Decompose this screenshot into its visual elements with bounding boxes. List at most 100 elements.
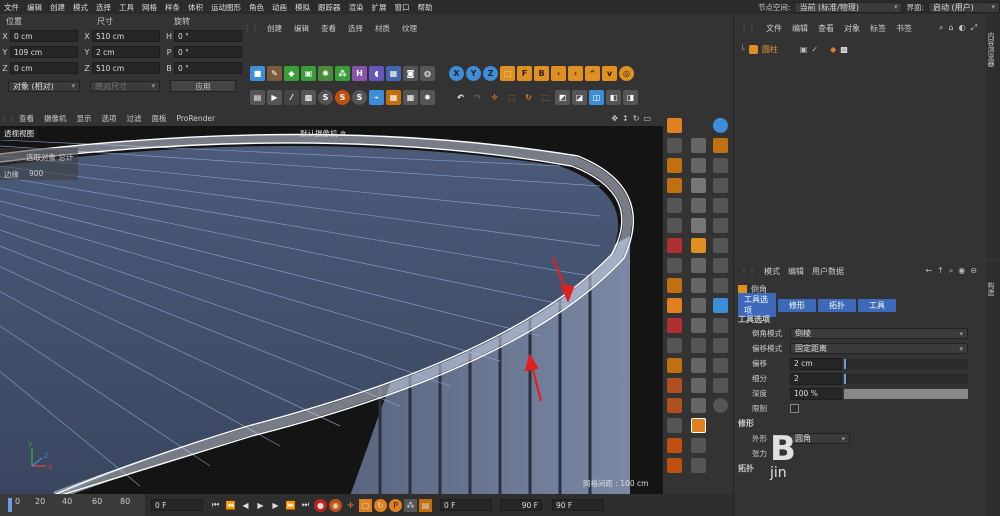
side-tab-structure[interactable]: 构造 bbox=[986, 282, 996, 296]
right-view-icon[interactable]: › bbox=[568, 66, 583, 81]
knife-icon[interactable] bbox=[667, 158, 682, 173]
prev-key-icon[interactable]: ⏪ bbox=[224, 499, 237, 512]
rotation-p-field[interactable]: 0 ° bbox=[174, 46, 242, 58]
lock-z-icon[interactable]: Z bbox=[483, 66, 498, 81]
size-x-field[interactable]: 510 cm bbox=[92, 30, 160, 42]
magnet-icon[interactable] bbox=[713, 218, 728, 233]
current-frame-field[interactable]: 0 F bbox=[151, 499, 203, 511]
playhead[interactable] bbox=[8, 498, 12, 512]
key-rotate-icon[interactable]: ↻ bbox=[374, 498, 387, 512]
depth-slider[interactable] bbox=[844, 388, 968, 399]
pen-icon[interactable]: ✎ bbox=[267, 66, 282, 81]
frame-icon[interactable] bbox=[691, 418, 706, 433]
layout-select[interactable]: 启动 (用户) bbox=[928, 1, 1000, 13]
mat-menu-texture[interactable]: 纹理 bbox=[396, 23, 423, 34]
offset-field[interactable]: 2 cm bbox=[790, 357, 842, 370]
points-mode-icon[interactable]: ◫ bbox=[589, 90, 604, 105]
menu-mesh[interactable]: 网格 bbox=[138, 2, 161, 13]
tile-icon[interactable] bbox=[667, 458, 682, 473]
next-frame-icon[interactable]: ▶ bbox=[269, 499, 282, 512]
dots-icon[interactable] bbox=[691, 458, 706, 473]
object-name[interactable]: 圆柱 bbox=[762, 44, 778, 55]
brush-tool-icon[interactable] bbox=[713, 178, 728, 193]
menu-create[interactable]: 创建 bbox=[46, 2, 69, 13]
drops-icon[interactable] bbox=[691, 398, 706, 413]
camera-label[interactable]: 默认摄像机 ✲ bbox=[300, 128, 346, 140]
render-view-icon[interactable]: ▶ bbox=[267, 90, 282, 105]
key-pla-icon[interactable]: ⁂ bbox=[404, 498, 417, 512]
subdivision-slider[interactable] bbox=[844, 373, 968, 384]
vp-menu-camera[interactable]: 摄像机 bbox=[39, 113, 72, 124]
snap-icon[interactable]: ⌁ bbox=[369, 90, 384, 105]
mat-menu-select[interactable]: 选择 bbox=[342, 23, 369, 34]
rotate-icon[interactable]: ↻ bbox=[521, 90, 536, 105]
box-icon[interactable] bbox=[667, 358, 682, 373]
camera-gear-icon[interactable]: ✲ bbox=[340, 129, 346, 138]
left-view-icon[interactable]: ‹ bbox=[551, 66, 566, 81]
position-x-field[interactable]: 0 cm bbox=[10, 30, 78, 42]
tab-topology[interactable]: 拓扑 bbox=[818, 298, 856, 312]
twist-icon[interactable] bbox=[713, 338, 728, 353]
viewport-tab[interactable]: 透视视图 bbox=[0, 128, 38, 140]
next-key-icon[interactable]: ⏩ bbox=[284, 499, 297, 512]
extrude-inner-icon[interactable] bbox=[691, 158, 706, 173]
obj-menu-edit[interactable]: 编辑 bbox=[792, 23, 808, 34]
cloner-icon[interactable]: ⁂ bbox=[335, 66, 350, 81]
bevel-icon[interactable] bbox=[691, 178, 706, 193]
axis-icon[interactable]: ✸ bbox=[420, 90, 435, 105]
tab-tool[interactable]: 工具 bbox=[858, 298, 896, 312]
vp-menu-filter[interactable]: 过滤 bbox=[122, 113, 147, 124]
limit-checkbox[interactable] bbox=[790, 404, 799, 413]
phong-tag-icon[interactable]: ◆ bbox=[830, 45, 836, 54]
scale-icon[interactable]: ⬚ bbox=[504, 90, 519, 105]
menu-mode[interactable]: 模式 bbox=[69, 2, 92, 13]
bevel-mode-select[interactable]: 倒棱 bbox=[790, 328, 968, 339]
goto-end-icon[interactable]: ⏭ bbox=[299, 499, 312, 512]
apply-button[interactable]: 应用 bbox=[170, 80, 236, 92]
side-tab-content-browser[interactable]: 内容浏览器 bbox=[986, 32, 996, 67]
trash-icon[interactable] bbox=[667, 378, 682, 393]
obj-menu-view[interactable]: 查看 bbox=[818, 23, 834, 34]
s-icon-1[interactable]: S bbox=[318, 90, 333, 105]
vp-menu-options[interactable]: 选项 bbox=[97, 113, 122, 124]
live-select-tool-icon[interactable] bbox=[667, 118, 682, 133]
menu-render[interactable]: 渲染 bbox=[345, 2, 368, 13]
clip-icon[interactable] bbox=[691, 378, 706, 393]
menu-tracker[interactable]: 跟踪器 bbox=[314, 2, 345, 13]
max-frame-field[interactable]: 90 F bbox=[552, 499, 604, 511]
s-icon-2[interactable]: S bbox=[335, 90, 350, 105]
vp-menu-display[interactable]: 显示 bbox=[72, 113, 97, 124]
attr-menu-mode[interactable]: 模式 bbox=[764, 266, 780, 277]
material-tag-icon[interactable]: ▩ bbox=[840, 45, 848, 54]
lock-x-icon[interactable]: X bbox=[449, 66, 464, 81]
normal-move-icon[interactable] bbox=[691, 298, 706, 313]
end-frame-field[interactable]: 90 F bbox=[500, 499, 542, 511]
subdivide-icon[interactable] bbox=[691, 238, 706, 253]
matrix-icon[interactable] bbox=[667, 338, 682, 353]
cube-icon[interactable]: ■ bbox=[250, 66, 265, 81]
sphere-icon[interactable]: ◎ bbox=[619, 66, 634, 81]
xyz-icon[interactable] bbox=[691, 338, 706, 353]
top-view-icon[interactable]: ^ bbox=[585, 66, 600, 81]
visibility-icon[interactable]: ✓ bbox=[811, 45, 818, 54]
brush-icon[interactable]: ⁄ bbox=[284, 90, 299, 105]
coord-mode-select[interactable]: 对象 (相对) bbox=[8, 80, 80, 92]
obj-menu-tag[interactable]: 标签 bbox=[870, 23, 886, 34]
back-view-icon[interactable]: B bbox=[534, 66, 549, 81]
mat-menu-edit[interactable]: 编辑 bbox=[288, 23, 315, 34]
menu-spline[interactable]: 样条 bbox=[161, 2, 184, 13]
grid-dots-icon[interactable] bbox=[691, 438, 706, 453]
key-scale-icon[interactable]: ▢ bbox=[359, 498, 372, 512]
undo-icon[interactable]: ↶ bbox=[453, 90, 468, 105]
menu-edit[interactable]: 编辑 bbox=[23, 2, 46, 13]
vp-menu-prorender[interactable]: ProRender bbox=[172, 114, 221, 123]
polygons-mode-icon[interactable]: ◨ bbox=[623, 90, 638, 105]
array-icon[interactable]: ▣ bbox=[301, 66, 316, 81]
melt-icon[interactable] bbox=[667, 278, 682, 293]
menu-select[interactable]: 选择 bbox=[92, 2, 115, 13]
workplane-tool-icon[interactable] bbox=[713, 138, 728, 153]
film-strip-icon[interactable]: ▤ bbox=[419, 498, 432, 512]
render-region-icon[interactable]: ▤ bbox=[250, 90, 265, 105]
stitch-icon[interactable] bbox=[691, 198, 706, 213]
iron-icon[interactable] bbox=[691, 218, 706, 233]
